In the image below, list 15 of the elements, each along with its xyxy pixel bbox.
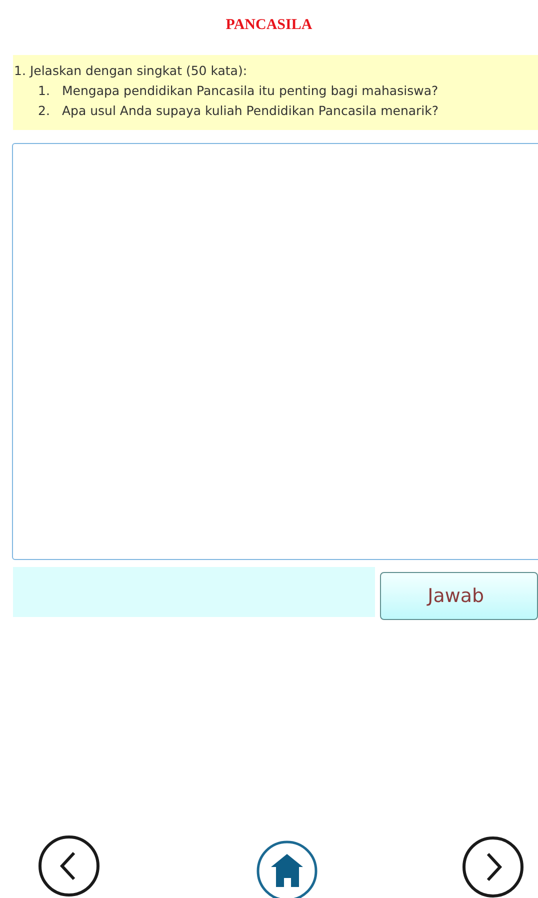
chevron-right-icon [462,836,524,898]
item-number: 2. [38,102,51,120]
item-text: Mengapa pendidikan Pancasila itu penting bagi mahasiswa? [62,82,438,100]
question-number: 1. [14,62,26,80]
item-number: 1. [38,82,51,100]
page-title: PANCASILA [226,17,312,33]
item-text: Apa usul Anda supaya kuliah Pendidikan Pancasila menarik? [62,102,439,120]
chevron-left-icon [38,835,100,897]
home-icon [256,840,318,898]
previous-button[interactable] [38,835,100,897]
submit-button[interactable]: Jawab [380,572,538,620]
home-button[interactable] [256,840,318,898]
answer-field[interactable] [12,143,538,560]
question-text: Jelaskan dengan singkat (50 kata): [30,62,248,80]
next-button[interactable] [462,836,524,898]
